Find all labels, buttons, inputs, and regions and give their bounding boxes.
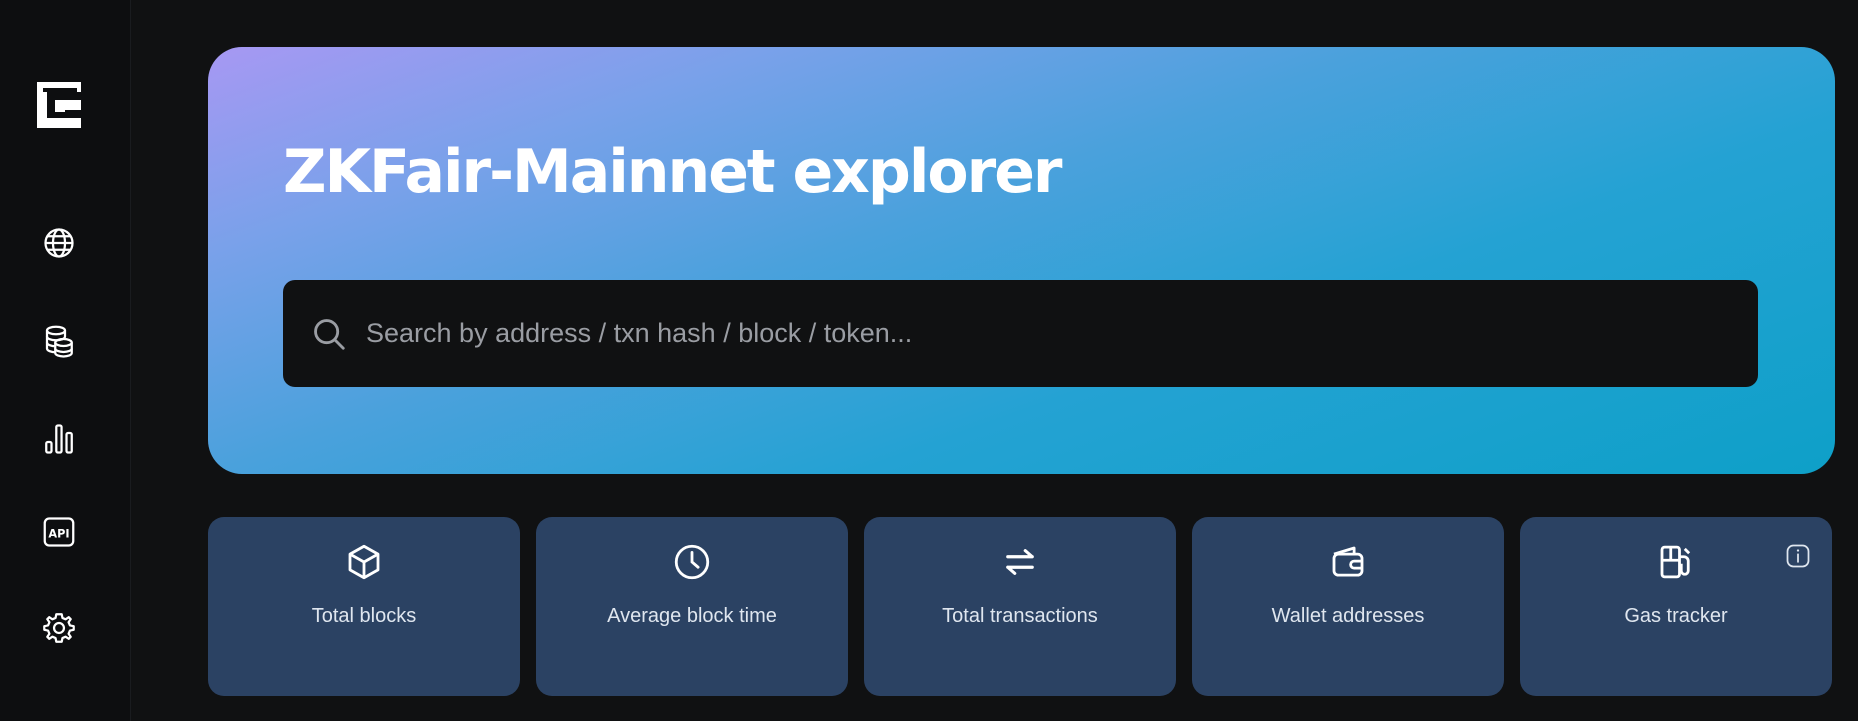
stat-card-wallet-addresses[interactable]: Wallet addresses (1192, 517, 1504, 696)
sidebar-item-tokens[interactable] (39, 321, 79, 361)
wallet-icon (1332, 546, 1364, 577)
cube-icon (348, 544, 380, 580)
stat-label: Total transactions (942, 605, 1098, 627)
search-bar[interactable] (283, 280, 1758, 387)
sidebar: API (0, 0, 131, 721)
sidebar-item-charts[interactable] (39, 419, 79, 459)
bar-chart-icon (45, 424, 73, 454)
search-icon (314, 318, 345, 350)
stat-card-total-blocks[interactable]: Total blocks (208, 517, 520, 696)
stat-card-gas-tracker[interactable]: Gas tracker (1520, 517, 1832, 696)
page-title: ZKFair-Mainnet explorer (283, 137, 1062, 207)
stat-label: Average block time (607, 605, 777, 627)
stat-card-total-transactions[interactable]: Total transactions (864, 517, 1176, 696)
sidebar-item-api[interactable]: API (39, 512, 79, 552)
coins-icon (45, 325, 73, 358)
logo-icon[interactable] (33, 78, 85, 132)
clock-icon (674, 544, 710, 580)
arrows-swap-icon (1006, 549, 1034, 575)
stat-label: Wallet addresses (1271, 605, 1425, 627)
stat-label: Gas tracker (1624, 605, 1728, 627)
hero-banner: ZKFair-Mainnet explorer (208, 47, 1835, 474)
gas-pump-icon (1660, 545, 1691, 579)
api-icon: API (43, 517, 75, 547)
stat-card-average-block-time[interactable]: Average block time (536, 517, 848, 696)
globe-icon (44, 228, 74, 258)
app-root: API ZKFair-Mainnet explorer Total blo (0, 0, 1858, 721)
stat-label: Total blocks (311, 605, 417, 627)
sidebar-item-settings[interactable] (39, 608, 79, 648)
search-input[interactable] (364, 317, 1728, 350)
svg-text:API: API (48, 527, 69, 540)
sidebar-item-blockchain[interactable] (39, 223, 79, 263)
gear-icon (43, 613, 75, 643)
info-icon[interactable] (1784, 542, 1812, 570)
